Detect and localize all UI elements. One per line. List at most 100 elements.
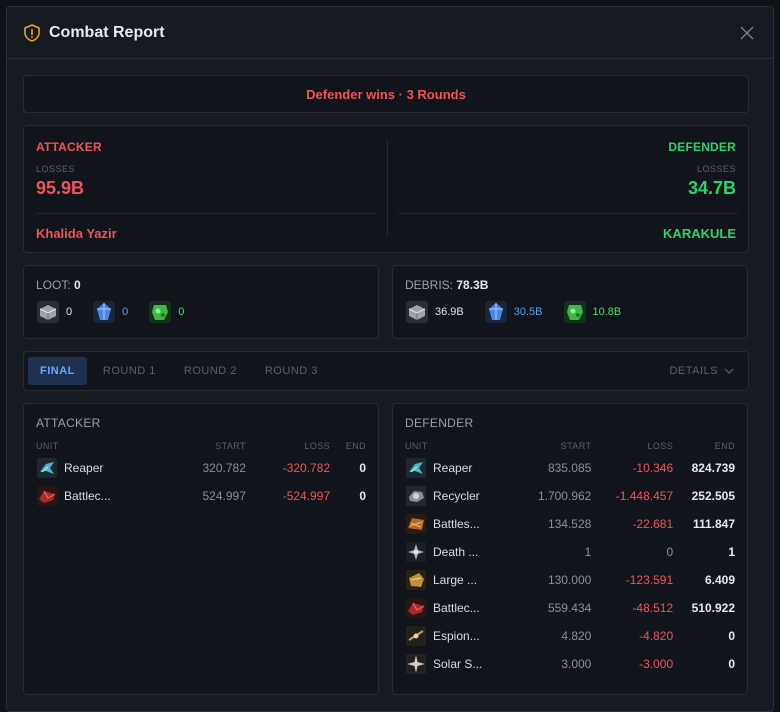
details-label: DETAILS <box>669 365 718 377</box>
end-cell: 510.922 <box>691 601 735 615</box>
loss-cell: -48.512 <box>632 601 674 615</box>
col-end: END <box>714 441 735 451</box>
unit-name[interactable]: Battlec... <box>433 601 480 615</box>
start-cell: 1.700.962 <box>537 489 592 503</box>
unit-name[interactable]: Recycler <box>433 489 480 503</box>
attacker-summary: ATTACKER LOSSES 95.9B Khalida Yazir <box>24 126 386 252</box>
loss-cell: -3.000 <box>639 657 674 671</box>
crystal-icon <box>484 301 507 323</box>
col-end: END <box>345 441 366 451</box>
tab-round-1[interactable]: ROUND 1 <box>91 357 168 385</box>
start-cell: 524.997 <box>202 489 246 503</box>
col-loss: LOSS <box>304 441 331 451</box>
unit-name[interactable]: Large ... <box>433 573 477 587</box>
unit-cell: Death ... <box>405 538 515 566</box>
loot-panel: LOOT: 0 0 0 0 <box>23 265 379 339</box>
table-row: Reaper 835.085 -10.346 824.739 <box>405 454 735 482</box>
debris-total: 78.3B <box>456 278 489 292</box>
deuterium-icon <box>563 301 586 323</box>
end-cell: 0 <box>359 461 366 475</box>
defender-name[interactable]: KARAKULE <box>398 226 736 241</box>
loss-cell: -1.448.457 <box>615 489 674 503</box>
defender-losses-label: LOSSES <box>696 164 736 174</box>
details-toggle[interactable]: DETAILS <box>669 365 744 377</box>
loot-metal-value: 0 <box>66 306 73 318</box>
combat-report-modal: Combat Report Defender wins · 3 Rounds A… <box>6 6 774 712</box>
solar-satellite-icon <box>406 654 426 674</box>
defender-role: DEFENDER <box>668 140 736 154</box>
end-cell: 1 <box>728 545 735 559</box>
close-icon[interactable] <box>737 23 757 43</box>
unit-name[interactable]: Solar S... <box>433 657 482 671</box>
tab-final[interactable]: FINAL <box>28 357 87 385</box>
attacker-divider <box>36 213 376 214</box>
start-cell: 3.000 <box>561 657 592 671</box>
table-row: Battlec... 559.434 -48.512 510.922 <box>405 594 735 622</box>
table-row: Solar S... 3.000 -3.000 0 <box>405 650 735 678</box>
end-cell: 0 <box>359 489 366 503</box>
unit-cell: Recycler <box>405 482 515 510</box>
defender-units-title: DEFENDER <box>405 416 474 430</box>
deathstar-icon <box>406 542 426 562</box>
unit-cell: Solar S... <box>405 650 515 678</box>
debris-deuterium: 10.8B <box>563 300 622 324</box>
unit-name[interactable]: Reaper <box>433 461 472 475</box>
recycler-icon <box>406 486 426 506</box>
modal-title: Combat Report <box>49 23 165 41</box>
loot-crystal: 0 <box>92 300 128 324</box>
modal-header: Combat Report <box>7 7 773 59</box>
battlecruiser-icon <box>406 598 426 618</box>
loot-header: LOOT: 0 <box>36 278 366 292</box>
debris-deuterium-value: 10.8B <box>592 306 622 318</box>
loot-total: 0 <box>74 278 81 292</box>
start-cell: 559.434 <box>547 601 592 615</box>
unit-cell: Reaper <box>405 454 515 482</box>
tab-round-2[interactable]: ROUND 2 <box>172 357 249 385</box>
attacker-name[interactable]: Khalida Yazir <box>36 226 374 241</box>
unit-name[interactable]: Battles... <box>433 517 480 531</box>
unit-name[interactable]: Battlec... <box>64 489 111 503</box>
col-loss: LOSS <box>647 441 674 451</box>
start-cell: 134.528 <box>547 517 592 531</box>
debris-crystal-value: 30.5B <box>513 306 543 318</box>
unit-cell: Battlec... <box>36 482 169 510</box>
unit-cell: Battles... <box>405 510 515 538</box>
battleship-icon <box>406 514 426 534</box>
table-row: Battles... 134.528 -22.681 111.847 <box>405 510 735 538</box>
end-cell: 824.739 <box>691 461 735 475</box>
loot-deuterium: 0 <box>148 300 184 324</box>
metal-icon <box>37 301 59 323</box>
attacker-losses-value: 95.9B <box>36 178 85 198</box>
result-banner: Defender wins · 3 Rounds <box>23 75 749 113</box>
table-row: Death ... 1 0 1 <box>405 538 735 566</box>
col-start: START <box>560 441 592 451</box>
unit-cell: Battlec... <box>405 594 515 622</box>
table-row: Large ... 130.000 -123.591 6.409 <box>405 566 735 594</box>
table-row: Recycler 1.700.962 -1.448.457 252.505 <box>405 482 735 510</box>
defender-units-table: UNIT START LOSS END Reaper 835.085 -10.346… <box>405 438 735 678</box>
unit-name[interactable]: Death ... <box>433 545 478 559</box>
loot-label: LOOT: <box>36 278 71 292</box>
loss-cell: -123.591 <box>625 573 674 587</box>
table-row: Reaper 320.782 -320.782 0 <box>36 454 366 482</box>
start-cell: 4.820 <box>561 629 592 643</box>
end-cell: 0 <box>728 657 735 671</box>
tab-round-3[interactable]: ROUND 3 <box>253 357 330 385</box>
debris-metal-value: 36.9B <box>435 306 464 318</box>
loss-cell: 0 <box>666 545 674 559</box>
unit-cell: Reaper <box>36 454 169 482</box>
table-row: Battlec... 524.997 -524.997 0 <box>36 482 366 510</box>
metal-icon <box>406 301 428 323</box>
unit-name[interactable]: Espion... <box>433 629 480 643</box>
loot-deuterium-value: 0 <box>178 306 185 318</box>
loot-crystal-value: 0 <box>122 306 129 318</box>
battlecruiser-icon <box>37 486 57 506</box>
end-cell: 111.847 <box>692 517 735 531</box>
result-text: Defender wins · 3 Rounds <box>306 86 466 102</box>
table-row: Espion... 4.820 -4.820 0 <box>405 622 735 650</box>
end-cell: 0 <box>728 629 735 643</box>
unit-name[interactable]: Reaper <box>64 461 103 475</box>
large-cargo-icon <box>406 570 426 590</box>
attacker-role: ATTACKER <box>36 140 102 154</box>
start-cell: 835.085 <box>547 461 592 475</box>
